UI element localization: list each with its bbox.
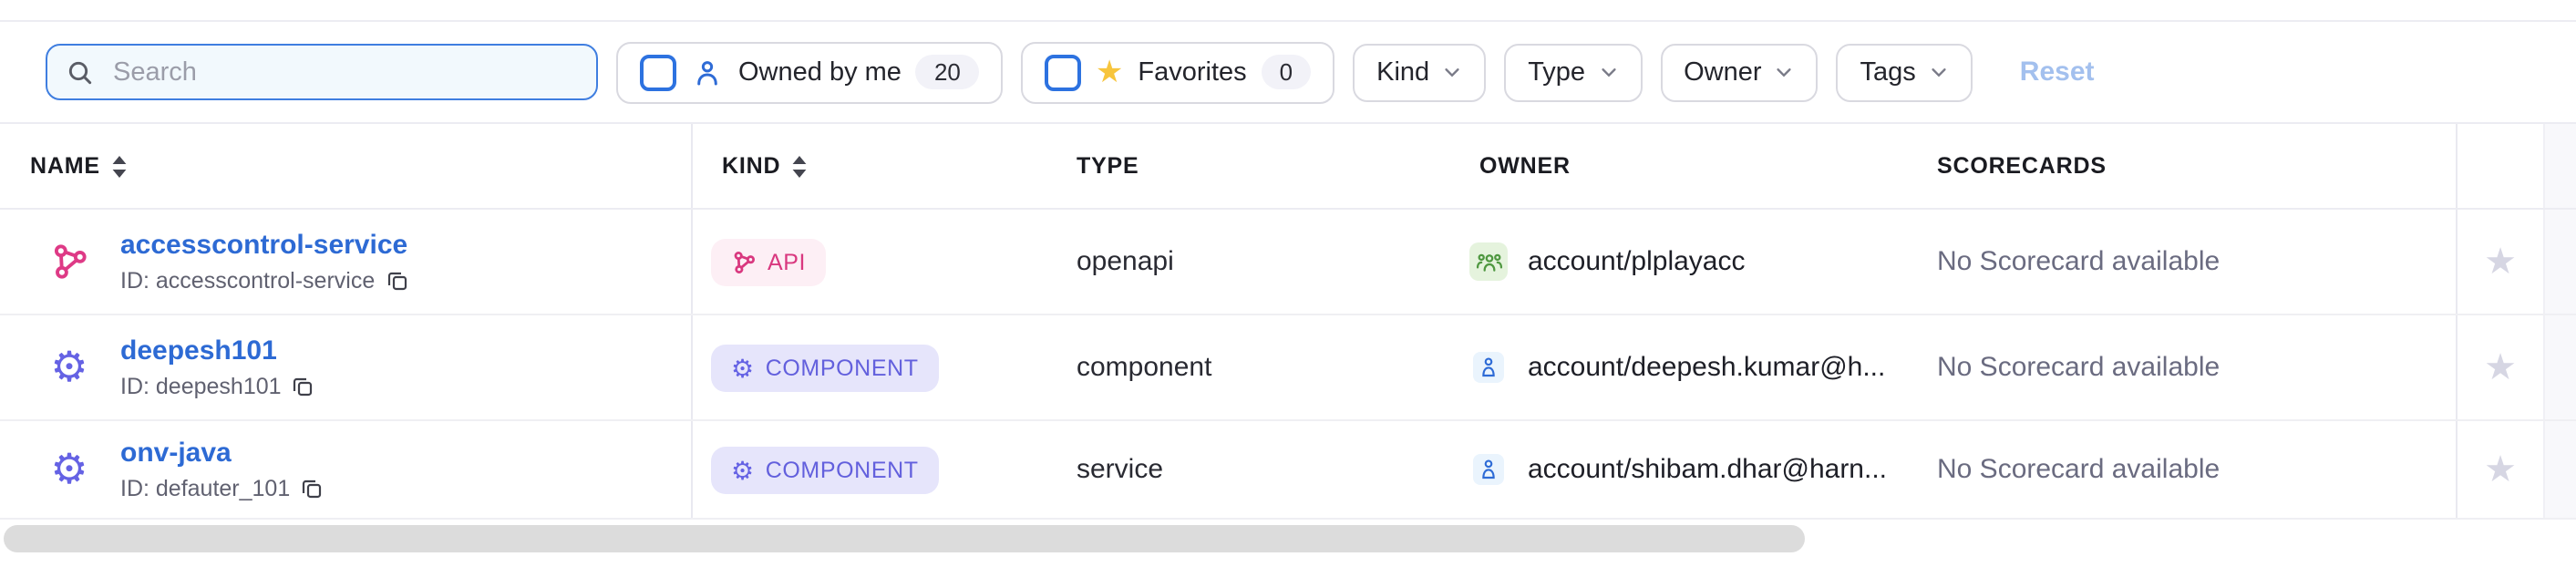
- kind-badge-component: ⚙ COMPONENT: [711, 344, 939, 391]
- scorecard-status: No Scorecard available: [1908, 315, 2456, 419]
- chevron-down-icon: [1442, 62, 1462, 82]
- gear-icon: ⚙: [49, 449, 89, 490]
- column-header-name[interactable]: NAME: [0, 124, 691, 208]
- entity-type: component: [1047, 315, 1450, 419]
- entity-name-link[interactable]: deepesh101: [120, 335, 314, 368]
- api-icon: [49, 242, 89, 282]
- person-icon: [691, 56, 724, 88]
- tags-dropdown[interactable]: Tags: [1837, 43, 1973, 101]
- column-header-kind-label: KIND: [722, 153, 780, 179]
- star-icon: ★: [1096, 57, 1124, 88]
- copy-icon[interactable]: [293, 376, 314, 397]
- owned-by-me-label: Owned by me: [738, 57, 902, 87]
- owned-by-me-count-badge: 20: [916, 55, 979, 89]
- catalog-page: Owned by me 20 ★ Favorites 0 Kind Type O…: [0, 0, 2576, 567]
- owned-by-me-filter[interactable]: Owned by me 20: [616, 41, 1003, 103]
- search-input-container[interactable]: [46, 44, 598, 100]
- owned-by-me-checkbox[interactable]: [640, 54, 676, 90]
- column-header-type-label: TYPE: [1077, 153, 1139, 179]
- table-row: accesscontrol-service ID: accesscontrol-…: [0, 210, 2576, 315]
- chevron-down-icon: [1775, 62, 1795, 82]
- user-icon: [1473, 352, 1504, 383]
- sort-arrows-icon: [791, 154, 808, 178]
- kind-dropdown-label: Kind: [1376, 57, 1429, 87]
- entity-id: ID: accesscontrol-service: [120, 268, 375, 294]
- table-row: ⚙ deepesh101 ID: deepesh101 ⚙ COMPONENT: [0, 315, 2576, 421]
- column-header-scorecards-label: SCORECARDS: [1937, 153, 2107, 179]
- favorites-label: Favorites: [1138, 57, 1246, 87]
- scroll-gutter: [2543, 421, 2576, 518]
- tags-dropdown-label: Tags: [1860, 57, 1916, 87]
- owner-dropdown-label: Owner: [1684, 57, 1761, 87]
- favorites-filter[interactable]: ★ Favorites 0: [1021, 41, 1334, 103]
- entity-type: service: [1047, 421, 1450, 518]
- entity-type: openapi: [1047, 210, 1450, 314]
- column-header-favorite: [2456, 124, 2543, 208]
- type-dropdown-label: Type: [1528, 57, 1585, 87]
- kind-badge-label: COMPONENT: [766, 355, 919, 380]
- user-icon: [1473, 454, 1504, 485]
- filter-bar: Owned by me 20 ★ Favorites 0 Kind Type O…: [0, 22, 2576, 124]
- entity-id: ID: deepesh101: [120, 374, 282, 399]
- horizontal-scrollbar[interactable]: [0, 520, 2576, 567]
- column-header-scorecards: SCORECARDS: [1908, 124, 2456, 208]
- favorites-checkbox[interactable]: [1045, 54, 1081, 90]
- entity-owner: account/plplayacc: [1528, 246, 1746, 277]
- favorites-count-badge: 0: [1262, 55, 1311, 89]
- chevron-down-icon: [1929, 62, 1949, 82]
- gear-icon: ⚙: [49, 347, 89, 387]
- top-divider: [0, 0, 2576, 22]
- scorecard-status: No Scorecard available: [1908, 210, 2456, 314]
- kind-badge-component: ⚙ COMPONENT: [711, 446, 939, 493]
- kind-badge-label: API: [768, 249, 806, 274]
- search-icon: [66, 57, 95, 87]
- column-header-owner-label: OWNER: [1479, 153, 1571, 179]
- gear-icon: ⚙: [731, 457, 755, 482]
- search-input[interactable]: [109, 56, 578, 88]
- copy-icon[interactable]: [301, 478, 323, 500]
- favorite-star-icon[interactable]: ★: [2484, 243, 2517, 280]
- column-header-owner: OWNER: [1450, 124, 1908, 208]
- kind-badge-api: API: [711, 238, 826, 285]
- entity-id: ID: defauter_101: [120, 476, 290, 501]
- table-header: NAME KIND TYPE OWNER SCORECARDS: [0, 124, 2576, 210]
- owner-dropdown[interactable]: Owner: [1660, 43, 1818, 101]
- entity-owner: account/shibam.dhar@harn...: [1528, 454, 1887, 485]
- kind-dropdown[interactable]: Kind: [1353, 43, 1486, 101]
- favorite-star-icon[interactable]: ★: [2484, 451, 2517, 488]
- kind-badge-label: COMPONENT: [766, 457, 919, 482]
- entity-name-link[interactable]: onv-java: [120, 438, 323, 470]
- entity-owner: account/deepesh.kumar@h...: [1528, 352, 1885, 383]
- column-header-name-label: NAME: [30, 153, 100, 179]
- scroll-gutter: [2543, 315, 2576, 419]
- column-header-kind[interactable]: KIND: [691, 124, 1047, 208]
- scroll-gutter: [2543, 210, 2576, 314]
- favorite-star-icon[interactable]: ★: [2484, 349, 2517, 386]
- scrollbar-thumb[interactable]: [4, 525, 1805, 552]
- sort-arrows-icon: [111, 154, 128, 178]
- api-icon: [731, 249, 757, 274]
- column-header-type: TYPE: [1047, 124, 1450, 208]
- scroll-gutter: [2543, 124, 2576, 208]
- copy-icon[interactable]: [386, 270, 407, 292]
- scorecard-status: No Scorecard available: [1908, 421, 2456, 518]
- gear-icon: ⚙: [731, 355, 755, 380]
- reset-button[interactable]: Reset: [2020, 57, 2095, 88]
- group-icon: [1469, 242, 1508, 281]
- type-dropdown[interactable]: Type: [1504, 43, 1642, 101]
- chevron-down-icon: [1598, 62, 1618, 82]
- entity-name-link[interactable]: accesscontrol-service: [120, 230, 407, 263]
- table-row: ⚙ onv-java ID: defauter_101 ⚙ COMPONENT: [0, 421, 2576, 520]
